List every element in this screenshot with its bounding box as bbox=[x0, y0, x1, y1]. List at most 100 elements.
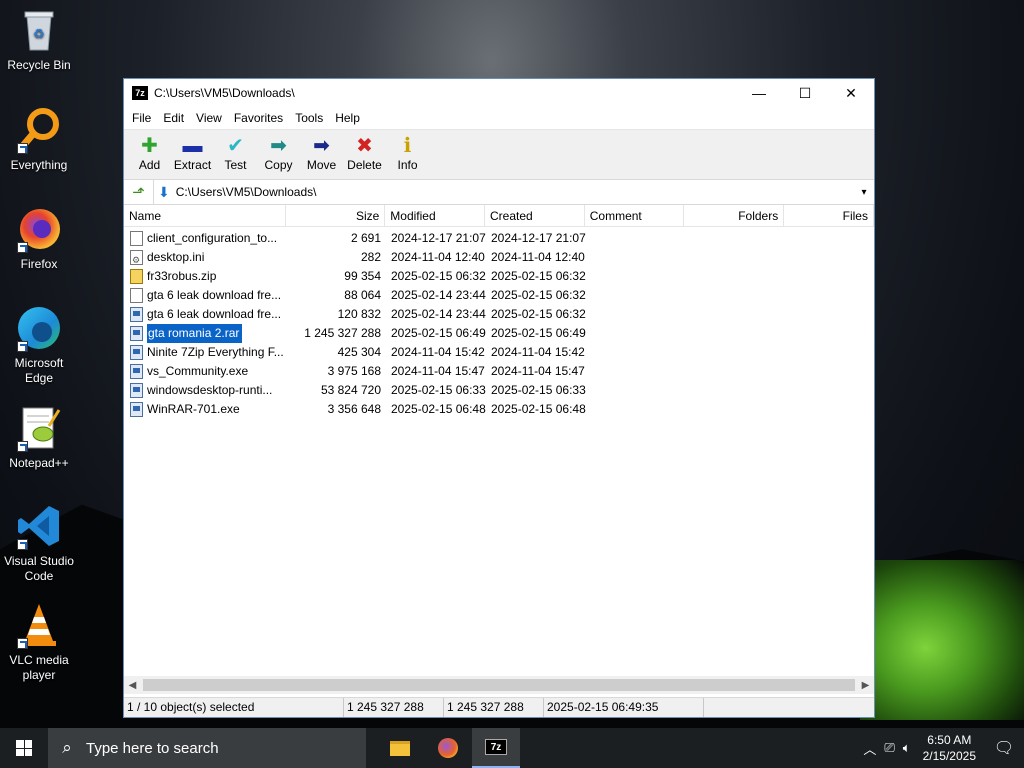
taskbar-7zip[interactable]: 7z bbox=[472, 728, 520, 768]
test-button[interactable]: ✔ Test bbox=[214, 134, 257, 172]
extract-icon: ▬ bbox=[182, 135, 203, 157]
menu-edit[interactable]: Edit bbox=[157, 111, 190, 125]
column-header-modified[interactable]: Modified bbox=[385, 205, 486, 227]
minimize-button[interactable]: — bbox=[736, 79, 782, 107]
zip-file-icon bbox=[130, 269, 143, 284]
file-created: 2025-02-15 06:33 bbox=[491, 383, 586, 397]
file-list-header: Name Size Modified Created Comment Folde… bbox=[124, 205, 874, 227]
desktop-icon-label: Everything bbox=[10, 158, 68, 172]
column-header-name[interactable]: Name bbox=[124, 205, 286, 227]
column-header-size[interactable]: Size bbox=[286, 205, 386, 227]
file-name-cell: gta romania 2.rar bbox=[124, 324, 286, 343]
file-name-cell: desktop.ini bbox=[124, 248, 286, 267]
edge-icon bbox=[15, 304, 63, 352]
status-selection: 1 / 10 object(s) selected bbox=[124, 698, 344, 717]
desktop-icon-vlc[interactable]: VLC media player bbox=[0, 601, 78, 683]
file-name: vs_Community.exe bbox=[147, 364, 249, 378]
file-name: WinRAR-701.exe bbox=[147, 402, 240, 416]
file-size: 282 bbox=[360, 250, 381, 264]
shortcut-arrow-icon bbox=[17, 143, 28, 154]
menu-tools[interactable]: Tools bbox=[289, 111, 329, 125]
copy-button[interactable]: ➡ Copy bbox=[257, 134, 300, 172]
desktop-icon-recycle-bin[interactable]: ♻ Recycle Bin bbox=[0, 6, 78, 73]
desktop-icon-firefox[interactable]: Firefox bbox=[0, 205, 78, 272]
file-created: 2025-02-15 06:32 bbox=[491, 307, 586, 321]
file-name: fr33robus.zip bbox=[147, 269, 217, 283]
exe-file-icon bbox=[130, 326, 143, 341]
move-button[interactable]: ➡ Move bbox=[300, 134, 343, 172]
up-folder-button[interactable]: ⬏ bbox=[124, 180, 154, 204]
desktop-icon-edge[interactable]: Microsoft Edge bbox=[0, 304, 78, 386]
maximize-button[interactable]: ☐ bbox=[782, 79, 828, 107]
desktop-icon-everything[interactable]: Everything bbox=[0, 106, 78, 173]
file-size: 3 975 168 bbox=[327, 364, 381, 378]
scrollbar-thumb[interactable] bbox=[143, 679, 855, 691]
file-created: 2024-11-04 15:47 bbox=[491, 364, 585, 378]
close-button[interactable]: ✕ bbox=[828, 79, 874, 107]
file-name-cell: windowsdesktop-runti... bbox=[124, 381, 286, 400]
menu-view[interactable]: View bbox=[190, 111, 228, 125]
taskbar-file-explorer[interactable] bbox=[376, 728, 424, 768]
add-button[interactable]: ✚ Add bbox=[128, 134, 171, 172]
delete-icon: ✖ bbox=[356, 135, 373, 157]
show-hidden-icons-chevron-icon[interactable]: ︿ bbox=[859, 739, 880, 758]
file-row[interactable]: client_configuration_to... 2 691 2024-12-1… bbox=[124, 229, 874, 248]
file-row[interactable]: gta romania 2.rar 1 245 327 288 2025-02-15… bbox=[124, 324, 874, 343]
file-created: 2024-12-17 21:07 bbox=[491, 231, 586, 245]
column-header-files[interactable]: Files bbox=[784, 205, 874, 227]
taskbar-search-box[interactable]: ⌕ Type here to search bbox=[48, 728, 366, 768]
column-header-created[interactable]: Created bbox=[485, 205, 585, 227]
window-title: C:\Users\VM5\Downloads\ bbox=[154, 86, 295, 100]
exe-file-icon bbox=[130, 307, 143, 322]
notifications-icon[interactable]: 🗨︎ bbox=[984, 738, 1024, 758]
copy-icon: ➡ bbox=[270, 135, 287, 157]
file-created: 2024-11-04 15:42 bbox=[491, 345, 585, 359]
info-button[interactable]: ℹ Info bbox=[386, 134, 429, 172]
scroll-right-icon[interactable]: ▶ bbox=[857, 680, 874, 691]
desktop-icon-vscode[interactable]: Visual Studio Code bbox=[0, 502, 78, 584]
horizontal-scrollbar[interactable]: ◀ ▶ bbox=[124, 676, 874, 694]
scroll-left-icon[interactable]: ◀ bbox=[124, 680, 141, 691]
clock[interactable]: 6:50 AM 2/15/2025 bbox=[915, 732, 984, 764]
column-header-comment[interactable]: Comment bbox=[585, 205, 685, 227]
menu-file[interactable]: File bbox=[126, 111, 157, 125]
start-button[interactable] bbox=[0, 728, 48, 768]
file-created: 2025-02-15 06:32 bbox=[491, 288, 586, 302]
title-bar[interactable]: 7z C:\Users\VM5\Downloads\ — ☐ ✕ bbox=[124, 79, 874, 107]
toolbar-label: Add bbox=[138, 158, 161, 172]
file-row[interactable]: vs_Community.exe 3 975 168 2024-11-04 15:4… bbox=[124, 362, 874, 381]
file-row[interactable]: desktop.ini 282 2024-11-04 12:40 2024-11-04… bbox=[124, 248, 874, 267]
column-header-folders[interactable]: Folders bbox=[684, 205, 785, 227]
file-row[interactable]: WinRAR-701.exe 3 356 648 2025-02-15 06:48 2… bbox=[124, 400, 874, 419]
path-input[interactable]: ⬇ C:\Users\VM5\Downloads\ bbox=[158, 181, 854, 203]
file-row[interactable]: windowsdesktop-runti... 53 824 720 2025-02… bbox=[124, 381, 874, 400]
file-name: Ninite 7Zip Everything F... bbox=[147, 345, 284, 359]
file-row[interactable]: Ninite 7Zip Everything F... 425 304 2024-1… bbox=[124, 343, 874, 362]
desktop-icon-notepad-plus-plus[interactable]: Notepad++ bbox=[0, 404, 78, 471]
test-icon: ✔ bbox=[227, 135, 244, 157]
extract-button[interactable]: ▬ Extract bbox=[171, 134, 214, 172]
file-row[interactable]: gta 6 leak download fre... 88 064 2025-02-… bbox=[124, 286, 874, 305]
volume-muted-icon[interactable]: 🔈︎ bbox=[899, 740, 915, 756]
file-created: 2024-11-04 12:40 bbox=[491, 250, 585, 264]
file-row[interactable]: fr33robus.zip 99 354 2025-02-15 06:32 2025-… bbox=[124, 267, 874, 286]
menu-favorites[interactable]: Favorites bbox=[228, 111, 289, 125]
info-icon: ℹ bbox=[403, 135, 412, 157]
status-size: 1 245 327 288 bbox=[344, 698, 444, 717]
file-row[interactable]: gta 6 leak download fre... 120 832 2025-02… bbox=[124, 305, 874, 324]
taskbar-firefox[interactable] bbox=[424, 728, 472, 768]
file-manager-window: 7z C:\Users\VM5\Downloads\ — ☐ ✕ File Ed… bbox=[123, 78, 875, 718]
network-icon[interactable]: ⎚ bbox=[880, 740, 898, 756]
file-name: gta romania 2.rar bbox=[147, 324, 243, 343]
status-bar: 1 / 10 object(s) selected 1 245 327 288 … bbox=[124, 697, 874, 717]
path-dropdown-chevron-icon[interactable]: ▾ bbox=[854, 187, 874, 198]
file-size: 88 064 bbox=[344, 288, 381, 302]
file-size: 120 832 bbox=[337, 307, 381, 321]
delete-button[interactable]: ✖ Delete bbox=[343, 134, 386, 172]
menu-help[interactable]: Help bbox=[329, 111, 366, 125]
desktop-icon-label: Microsoft Edge bbox=[14, 356, 64, 385]
app-icon: 7z bbox=[132, 86, 148, 100]
file-name-cell: fr33robus.zip bbox=[124, 267, 286, 286]
file-modified: 2025-02-15 06:48 bbox=[391, 402, 486, 416]
clock-date: 2/15/2025 bbox=[922, 749, 976, 763]
